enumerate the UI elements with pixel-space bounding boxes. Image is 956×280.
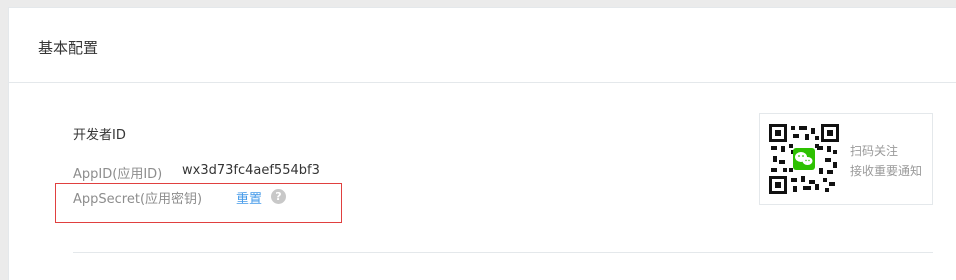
qr-caption-notice: 接收重要通知 [850,164,923,178]
basic-config-panel: 基本配置 开发者ID AppID(应用ID) wx3d73fc4aef554bf… [8,7,956,280]
appid-value: wx3d73fc4aef554bf3 [182,163,320,178]
developer-id-section-title: 开发者ID [73,128,126,143]
qr-caption-scan: 扫码关注 [850,144,899,158]
panel-header: 基本配置 [9,8,956,83]
appsecret-highlight-box [55,183,342,223]
qr-follow-card: 扫码关注 接收重要通知 [759,113,933,205]
panel-title: 基本配置 [38,39,99,57]
wechat-qr-code-icon [769,124,839,194]
appid-label: AppID(应用ID) [73,167,163,182]
section-divider [73,252,933,253]
